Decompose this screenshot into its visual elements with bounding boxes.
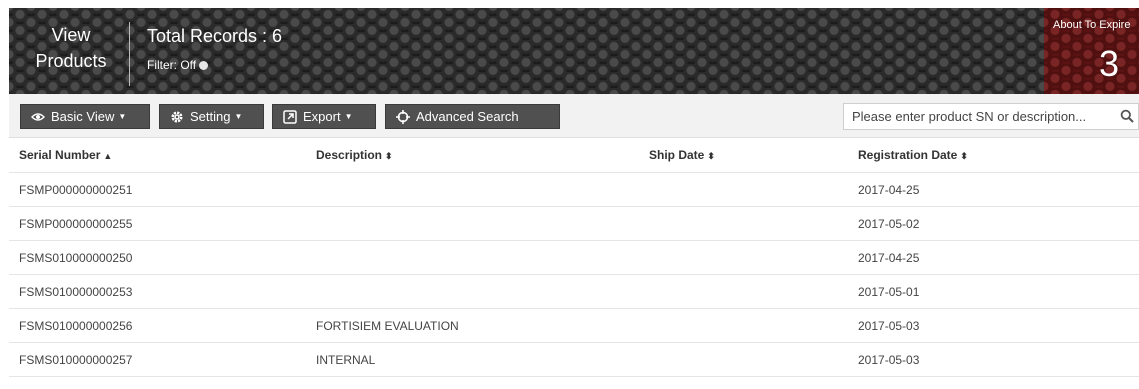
- export-label: Export: [303, 109, 341, 124]
- chevron-down-icon: ▼: [118, 112, 127, 121]
- products-table: Serial Number ▲ Description ⬍ Ship Date ⬍ R…: [9, 138, 1139, 377]
- expire-count: 3: [1099, 43, 1120, 84]
- table-row[interactable]: FSMS010000000253 2017-05-01: [9, 275, 1139, 309]
- search-icon[interactable]: [1120, 109, 1134, 128]
- sort-icon: ⬍: [960, 151, 968, 161]
- description-cell: INTERNAL: [316, 353, 376, 367]
- registration-date-cell: 2017-04-25: [858, 183, 920, 197]
- column-label: Serial Number: [19, 148, 101, 162]
- filter-indicator-icon: [199, 60, 209, 70]
- serial-number-cell: FSMP000000000251: [19, 183, 133, 197]
- sort-ascending-icon: ▲: [103, 151, 113, 161]
- chevron-down-icon: ▼: [234, 112, 243, 121]
- filter-label: Filter: Off: [147, 58, 197, 72]
- setting-button[interactable]: Setting ▼: [159, 104, 264, 129]
- table-header: Serial Number ▲ Description ⬍ Ship Date ⬍ R…: [9, 138, 1139, 173]
- table-row[interactable]: FSMP000000000251 2017-04-25: [9, 173, 1139, 207]
- advanced-search-label: Advanced Search: [416, 109, 519, 124]
- eye-icon: [31, 112, 45, 122]
- crosshair-icon: [396, 109, 410, 124]
- page-title: View Products: [21, 22, 121, 74]
- export-icon: [283, 109, 297, 124]
- setting-label: Setting: [190, 109, 231, 124]
- registration-date-cell: 2017-05-01: [858, 285, 920, 299]
- table-row[interactable]: FSMS010000000250 2017-04-25: [9, 241, 1139, 275]
- registration-date-cell: 2017-05-02: [858, 217, 920, 231]
- column-header-registration-date[interactable]: Registration Date ⬍: [858, 138, 968, 173]
- expire-label: About To Expire: [1053, 19, 1131, 31]
- table-row[interactable]: FSMS010000000256 FORTISIEM EVALUATION 20…: [9, 309, 1139, 343]
- title-divider: [129, 22, 130, 86]
- about-to-expire-panel[interactable]: About To Expire 3: [1044, 8, 1139, 94]
- gear-icon: [170, 110, 184, 124]
- column-label: Registration Date: [858, 148, 958, 162]
- table-row[interactable]: FSMS010000000257 INTERNAL 2017-05-03: [9, 343, 1139, 377]
- advanced-search-button[interactable]: Advanced Search: [385, 104, 560, 129]
- column-header-ship-date[interactable]: Ship Date ⬍: [649, 138, 715, 173]
- sort-icon: ⬍: [385, 151, 393, 161]
- serial-number-cell: FSMS010000000256: [19, 319, 133, 333]
- column-label: Description: [316, 148, 383, 162]
- page-title-line1: View: [51, 25, 91, 45]
- filter-status[interactable]: Filter: Off: [147, 58, 209, 72]
- export-button[interactable]: Export ▼: [272, 104, 376, 129]
- product-search-box: [843, 103, 1139, 130]
- column-header-serial-number[interactable]: Serial Number ▲: [19, 138, 112, 173]
- total-records: Total Records : 6: [147, 26, 283, 46]
- serial-number-cell: FSMS010000000250: [19, 251, 133, 265]
- sort-icon: ⬍: [707, 151, 715, 161]
- column-label: Ship Date: [649, 148, 705, 162]
- description-cell: FORTISIEM EVALUATION: [316, 319, 459, 333]
- basic-view-button[interactable]: Basic View ▼: [20, 104, 150, 129]
- product-search-input[interactable]: [844, 104, 1114, 129]
- toolbar: Basic View ▼ Setting ▼ Export ▼ Advanced…: [9, 94, 1139, 138]
- registration-date-cell: 2017-04-25: [858, 251, 920, 265]
- page-header: View Products Total Records : 6 Filter: …: [9, 8, 1139, 94]
- serial-number-cell: FSMP000000000255: [19, 217, 133, 231]
- registration-date-cell: 2017-05-03: [858, 353, 920, 367]
- basic-view-label: Basic View: [51, 109, 115, 124]
- chevron-down-icon: ▼: [344, 112, 353, 121]
- registration-date-cell: 2017-05-03: [858, 319, 920, 333]
- table-row[interactable]: FSMP000000000255 2017-05-02: [9, 207, 1139, 241]
- serial-number-cell: FSMS010000000253: [19, 285, 133, 299]
- product-view-panel: View Products Total Records : 6 Filter: …: [9, 8, 1139, 389]
- column-header-description[interactable]: Description ⬍: [316, 138, 393, 173]
- serial-number-cell: FSMS010000000257: [19, 353, 133, 367]
- page-title-line2: Products: [35, 51, 107, 71]
